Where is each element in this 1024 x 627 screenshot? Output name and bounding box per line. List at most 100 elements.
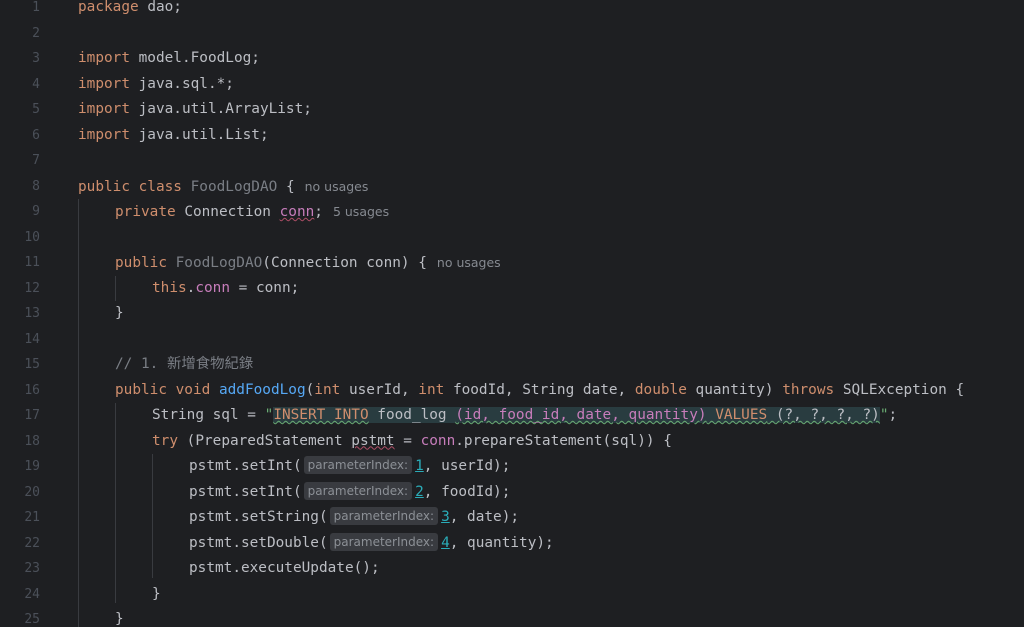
code-text: model.FoodLog; bbox=[129, 50, 260, 66]
code-text: foodId, String date, bbox=[444, 381, 635, 398]
code-line[interactable]: 25 } bbox=[0, 607, 1024, 627]
usages-hint[interactable]: no usages bbox=[437, 255, 501, 270]
keyword: import bbox=[78, 75, 130, 92]
code-line[interactable]: 13 } bbox=[0, 301, 1024, 327]
code-text: pstmt.setDouble(parameterIndex: 4, quanti… bbox=[189, 531, 554, 557]
code-text: SQLException { bbox=[834, 381, 965, 398]
code-text: ; bbox=[888, 407, 898, 423]
code-line[interactable]: 20 pstmt.setInt(parameterIndex: 2, foodId… bbox=[0, 480, 1024, 506]
line-number: 13 bbox=[24, 306, 40, 321]
code-text: pstmt.setString( bbox=[189, 509, 328, 525]
code-text: pstmt.setInt(parameterIndex: 1, userId); bbox=[189, 454, 510, 480]
line-number: 14 bbox=[24, 331, 40, 347]
code-line[interactable]: 11 public FoodLogDAO(Connection conn) {n… bbox=[0, 250, 1024, 276]
constructor-name: FoodLogDAO bbox=[166, 255, 263, 271]
parameter-hint: parameterIndex: bbox=[329, 532, 439, 551]
field-name: conn bbox=[195, 279, 230, 296]
code-text: } bbox=[115, 305, 124, 321]
keyword: private bbox=[115, 204, 176, 220]
code-line[interactable]: 3 import model.FoodLog; bbox=[0, 46, 1024, 72]
code-text: String sql = bbox=[152, 407, 265, 423]
code-line[interactable]: 9 private Connection conn; 5 usages bbox=[0, 199, 1024, 225]
number-literal: 4 bbox=[441, 534, 450, 551]
code-line[interactable]: 12 this.conn = conn; bbox=[0, 276, 1024, 302]
code-text: private Connection conn; 5 usages bbox=[115, 199, 389, 225]
code-text: this.conn = conn; bbox=[152, 276, 299, 302]
code-line[interactable]: 17 String sql = "INSERT INTO food_log (i… bbox=[0, 403, 1024, 429]
keyword: try bbox=[152, 432, 178, 449]
code-text: } bbox=[115, 611, 124, 627]
code-line[interactable]: 1 package dao; bbox=[0, 0, 1024, 21]
code-text: public class FoodLogDAO { no usages bbox=[78, 174, 368, 200]
code-text: } bbox=[152, 585, 161, 602]
code-text: pstmt.setInt(parameterIndex: 2, foodId); bbox=[189, 480, 510, 506]
line-number: 24 bbox=[24, 586, 40, 602]
keyword: double bbox=[634, 381, 687, 398]
number-literal: 3 bbox=[441, 509, 450, 525]
code-text: (PreparedStatement bbox=[178, 432, 352, 449]
code-text: , quantity); bbox=[449, 534, 554, 551]
code-text: public void addFoodLog(int userId, int f… bbox=[115, 378, 964, 404]
code-line[interactable]: 19 pstmt.setInt(parameterIndex: 1, userId… bbox=[0, 454, 1024, 480]
keyword: this bbox=[152, 279, 187, 296]
code-line[interactable]: 23 pstmt.executeUpdate(); bbox=[0, 556, 1024, 582]
code-line[interactable]: 6 import java.util.List; bbox=[0, 123, 1024, 149]
line-number: 12 bbox=[24, 280, 40, 296]
code-text: = bbox=[394, 432, 421, 449]
line-number: 16 bbox=[24, 382, 40, 398]
keyword: package bbox=[78, 0, 139, 15]
code-line[interactable]: 18 try (PreparedStatement pstmt = conn.p… bbox=[0, 429, 1024, 455]
code-line[interactable]: 7 bbox=[0, 148, 1024, 174]
field-name: conn bbox=[279, 204, 315, 220]
code-line[interactable]: 8 public class FoodLogDAO {no usages bbox=[0, 174, 1024, 200]
line-number: 18 bbox=[24, 433, 40, 449]
keyword: public class bbox=[78, 178, 182, 195]
usages-hint[interactable]: no usages bbox=[305, 179, 369, 194]
parameter-hint: parameterIndex: bbox=[329, 507, 439, 525]
code-line[interactable]: 2 bbox=[0, 21, 1024, 47]
code-text: quantity) bbox=[686, 381, 783, 398]
code-line[interactable]: 10 bbox=[0, 225, 1024, 251]
code-text: ; bbox=[314, 204, 323, 220]
code-text: pstmt.setDouble( bbox=[189, 534, 328, 551]
code-text: { bbox=[277, 178, 295, 195]
string-quote: " bbox=[879, 407, 889, 423]
line-number: 10 bbox=[24, 229, 40, 245]
code-editor[interactable]: 1 package dao; 2 3 import model.FoodLog;… bbox=[0, 0, 1024, 627]
usages-hint[interactable]: 5 usages bbox=[333, 204, 389, 219]
comment: // 1. 新增食物紀錄 bbox=[115, 356, 254, 372]
code-text: import model.FoodLog; bbox=[78, 46, 260, 72]
code-line[interactable]: 15 // 1. 新增食物紀錄 bbox=[0, 352, 1024, 378]
code-text: pstmt.setInt( bbox=[189, 458, 302, 474]
keyword: int bbox=[418, 381, 445, 398]
code-text: = conn; bbox=[229, 279, 300, 296]
line-number: 23 bbox=[24, 561, 40, 576]
code-line[interactable]: 16 public void addFoodLog(int userId, in… bbox=[0, 378, 1024, 404]
code-text: (Connection conn) { bbox=[262, 255, 427, 271]
code-text: public FoodLogDAO(Connection conn) { no u… bbox=[115, 250, 501, 276]
code-line[interactable]: 14 bbox=[0, 327, 1024, 353]
code-text: pstmt.executeUpdate(); bbox=[189, 560, 380, 576]
code-text: import java.sql.*; bbox=[78, 72, 234, 98]
code-line[interactable]: 5 import java.util.ArrayList; bbox=[0, 97, 1024, 123]
keyword: import bbox=[78, 101, 130, 117]
keyword: public bbox=[115, 255, 167, 271]
class-name: FoodLogDAO bbox=[181, 178, 278, 195]
parameter-hint: parameterIndex: bbox=[303, 481, 413, 500]
code-text: pstmt.setInt( bbox=[189, 483, 302, 500]
code-text: , foodId); bbox=[423, 483, 511, 500]
code-line[interactable]: 24 } bbox=[0, 582, 1024, 608]
code-line[interactable]: 22 pstmt.setDouble(parameterIndex: 4, qua… bbox=[0, 531, 1024, 557]
code-text: pstmt.setString(parameterIndex: 3, date); bbox=[189, 505, 519, 531]
code-text: dao; bbox=[138, 0, 182, 15]
line-number: 21 bbox=[24, 510, 40, 525]
line-number: 17 bbox=[24, 408, 40, 423]
line-number: 22 bbox=[24, 535, 40, 551]
sql-columns: (id, food_id, date, quantity) bbox=[455, 407, 707, 423]
code-text: try (PreparedStatement pstmt = conn.prep… bbox=[152, 429, 672, 455]
code-line[interactable]: 21 pstmt.setString(parameterIndex: 3, dat… bbox=[0, 505, 1024, 531]
line-number: 3 bbox=[32, 51, 40, 66]
line-number: 5 bbox=[32, 102, 40, 117]
line-number: 19 bbox=[24, 459, 40, 474]
code-line[interactable]: 4 import java.sql.*; bbox=[0, 72, 1024, 98]
